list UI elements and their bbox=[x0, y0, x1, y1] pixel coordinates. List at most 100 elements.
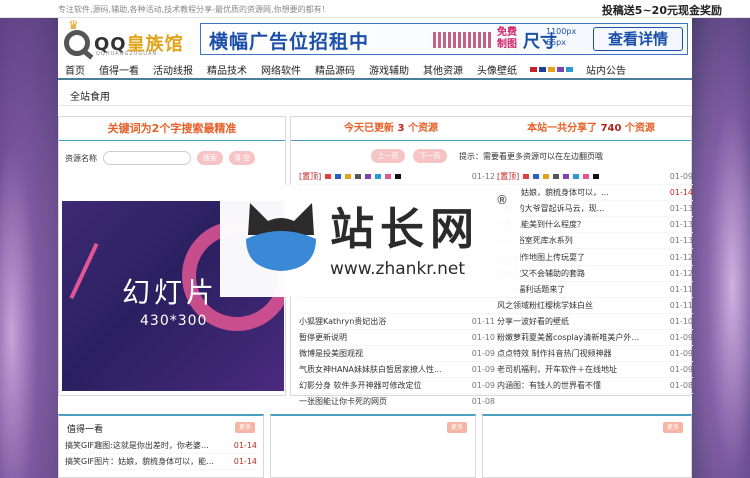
list-item-title: 点点特效 制作抖音热门视频神器 bbox=[497, 348, 612, 359]
list-item[interactable]: 老司机福利，开车软件＋在线地址 01-09 bbox=[497, 362, 693, 379]
top-bar: 专注软件,源码,辅助,各种活动,技术教程分享-最优质的资源网,你想要的都有！ 投… bbox=[0, 0, 750, 18]
watermark: 站长网 ® www.zhankr.net bbox=[220, 185, 520, 297]
list-item-date: 01-13 bbox=[669, 220, 693, 230]
list-item-date: 01-11 bbox=[669, 284, 693, 294]
list-item-text: 一张图能让你卡死的网页 bbox=[299, 397, 387, 407]
pinned-tag: [置顶] bbox=[497, 172, 520, 182]
site-logo[interactable]: ♛ QQ皇族馆 QQHUANGZUGUAN bbox=[62, 18, 192, 60]
watermark-brand: 站长网 bbox=[330, 204, 480, 255]
list-item-text: 幻影分身 软件多开神器可修改定位 bbox=[299, 381, 422, 391]
list-item-text: 内涵图：有钱人的世界看不懂 bbox=[497, 381, 601, 391]
list-item[interactable]: 分享一波好看的壁纸 01-10 bbox=[497, 314, 693, 330]
logo-subtitle: QQHUANGZUGUAN bbox=[96, 51, 158, 57]
color-swatch bbox=[553, 174, 560, 180]
list-item[interactable]: 搞笑GIF趣图:这就是你出差时，你老婆在家的...01-14 bbox=[65, 438, 257, 455]
list-item[interactable]: 小狐狸Kathryn贵妃出浴 01-11 bbox=[299, 314, 495, 330]
list-item[interactable]: [置顶] 01-09 bbox=[497, 169, 693, 186]
list-item[interactable]: 气质女神HANA妹妹肤白皙居家撩人性... 01-09 bbox=[299, 362, 495, 379]
box-header: 更多 bbox=[271, 416, 475, 438]
banner-spec-size: 1100px 65px bbox=[546, 27, 577, 47]
list-item-text: 老司机福利，开车软件＋在线地址 bbox=[497, 365, 617, 375]
list-item-date: 01-09 bbox=[669, 332, 693, 342]
list-item[interactable]: 风之领域粉红樱桃学妹白丝 01-11 bbox=[497, 298, 693, 314]
color-swatch bbox=[593, 174, 600, 180]
sub-nav-label[interactable]: 全站食用 bbox=[70, 92, 110, 103]
list-item[interactable]: 点点特效 制作抖音热门视频神器 01-09 bbox=[497, 346, 693, 363]
list-item[interactable]: 微博是投美图观视 01-09 bbox=[299, 346, 495, 363]
prev-page-button[interactable]: 上一页 bbox=[371, 149, 405, 163]
resource-list-right: [置顶] 01-09 图片：姑娘，貌梳身体可以，... 01-14 讨饭"的大爷冒起诉马… bbox=[497, 169, 693, 395]
nav-item-other[interactable]: 其他资源 bbox=[416, 62, 470, 77]
list-item[interactable] bbox=[299, 298, 495, 314]
nav-item-source-code[interactable]: 精品源码 bbox=[308, 62, 362, 77]
list-item[interactable]: andy浴室死库水系列 01-13 bbox=[497, 233, 693, 250]
search-button[interactable]: 搜索 bbox=[197, 151, 223, 165]
banner-dot-pattern bbox=[433, 32, 493, 48]
list-item-date: 01-11 bbox=[471, 316, 495, 326]
nav-item-game-tools[interactable]: 游戏辅助 bbox=[362, 62, 416, 77]
nav-item-software[interactable]: 网络软件 bbox=[254, 62, 308, 77]
main-nav: 首页 值得一看 活动线报 精品技术 网络软件 精品源码 游戏辅助 其他资源 头像… bbox=[58, 60, 692, 80]
color-swatch bbox=[583, 174, 590, 180]
list-item[interactable]: 内涵图：有钱人的世界看不懂 01-08 bbox=[497, 378, 693, 395]
category-box: 更多 bbox=[270, 414, 476, 478]
list-item[interactable]: "Y"疑福利话题来了 01-11 bbox=[497, 282, 693, 298]
theme-swatch[interactable] bbox=[566, 66, 573, 72]
list-item-title: 风之领域粉红樱桃学妹白丝 bbox=[497, 300, 593, 311]
color-swatch bbox=[335, 174, 342, 180]
nav-item-worth-seeing[interactable]: 值得一看 bbox=[92, 62, 146, 77]
nav-item-tech[interactable]: 精品技术 bbox=[200, 62, 254, 77]
theme-swatches[interactable] bbox=[530, 66, 573, 72]
slide-title: 幻灯片 bbox=[122, 276, 219, 309]
theme-swatch[interactable] bbox=[557, 66, 564, 72]
list-item-title: 内涵图：有钱人的世界看不懂 bbox=[497, 380, 601, 391]
theme-swatch[interactable] bbox=[530, 66, 537, 72]
color-swatch bbox=[385, 174, 392, 180]
more-button[interactable]: 更多 bbox=[663, 422, 683, 433]
color-swatch bbox=[325, 174, 332, 180]
color-swatch bbox=[573, 174, 580, 180]
list-item-date: 01-09 bbox=[471, 381, 495, 391]
banner-details-button[interactable]: 查看详情 bbox=[593, 27, 683, 51]
list-item[interactable]: 幻影分身 软件多开神器可修改定位 01-09 bbox=[299, 378, 495, 395]
list-item-date: 01-10 bbox=[471, 332, 495, 342]
more-button[interactable]: 更多 bbox=[235, 422, 255, 433]
total-count: 740 bbox=[600, 123, 622, 134]
more-button[interactable]: 更多 bbox=[447, 422, 467, 433]
list-item[interactable]: 搞笑GIF图片：姑娘，貌梳身体可以，能不能找...01-14 bbox=[65, 454, 257, 471]
list-item-date: 01-14 bbox=[669, 188, 693, 198]
list-item[interactable]: 暂停更新说明 01-10 bbox=[299, 330, 495, 347]
list-item[interactable]: 图片：姑娘，貌梳身体可以，... 01-14 bbox=[497, 185, 693, 202]
list-item[interactable]: 同收款又不会辅助的套路 01-12 bbox=[497, 266, 693, 282]
nav-item-home[interactable]: 首页 bbox=[58, 62, 92, 77]
list-item[interactable]: 一些人能美到什么程度？ 01-13 bbox=[497, 217, 693, 234]
nav-item-events[interactable]: 活动线报 bbox=[146, 62, 200, 77]
theme-swatch[interactable] bbox=[539, 66, 546, 72]
nav-item-announcements[interactable]: 站内公告 bbox=[579, 62, 633, 77]
color-swatch bbox=[533, 174, 540, 180]
list-item-text: 风之领域粉红樱桃学妹白丝 bbox=[497, 300, 593, 310]
list-item[interactable]: 一张图能让你卡死的网页 01-08 bbox=[299, 394, 495, 411]
list-item[interactable]: [置顶] 01-12 bbox=[299, 169, 495, 186]
list-item[interactable]: 自己制作地图上传玩耍了 01-12 bbox=[497, 249, 693, 266]
list-item-title: 暂停更新说明 bbox=[299, 332, 347, 343]
background-art-left bbox=[0, 0, 58, 478]
list-item-text: 气质女神HANA妹妹肤白皙居家撩人性... bbox=[299, 365, 442, 375]
clear-button[interactable]: 清 空 bbox=[229, 151, 255, 165]
ad-banner[interactable]: 横幅广告位招租中 免费 制图 尺寸 1100px 65px 查看详情 bbox=[200, 23, 688, 55]
next-page-button[interactable]: 下一页 bbox=[413, 149, 447, 163]
list-item-date: 01-10 bbox=[669, 316, 693, 326]
list-item-title: [置顶] bbox=[299, 171, 402, 182]
box-title: 值得一看 bbox=[67, 425, 104, 435]
total-shared-stat: 本站一共分享了 740 个资源 bbox=[527, 123, 655, 134]
nav-item-wallpapers[interactable]: 头像壁纸 bbox=[470, 62, 524, 77]
pinned-tag: [置顶] bbox=[299, 172, 322, 182]
list-item[interactable]: 讨饭"的大爷冒起诉马云，现... 01-13 bbox=[497, 201, 693, 218]
theme-swatch[interactable] bbox=[548, 66, 555, 72]
list-item[interactable]: 粉嫩萝莉夏美酱cosplay清新唯美户外... 01-09 bbox=[497, 330, 693, 347]
color-swatch bbox=[543, 174, 550, 180]
list-item-title: 老司机福利，开车软件＋在线地址 bbox=[497, 364, 617, 375]
submit-promo-link[interactable]: 投稿送5~20元现金奖励 bbox=[602, 2, 722, 18]
list-item-text: 小狐狸Kathryn贵妃出浴 bbox=[299, 316, 387, 326]
search-input[interactable] bbox=[103, 151, 191, 165]
